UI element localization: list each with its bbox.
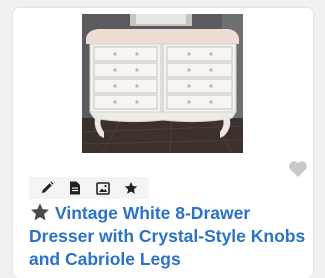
heart-icon <box>289 161 307 177</box>
document-icon <box>70 181 80 195</box>
star-icon <box>124 181 138 194</box>
listing-card[interactable]: Vintage White 8-Drawer Dresser with Crys… <box>13 8 313 278</box>
favorite-button[interactable] <box>288 160 308 178</box>
listing-photo[interactable] <box>82 14 243 153</box>
pencil-icon <box>42 181 54 193</box>
star-button[interactable] <box>117 177 145 199</box>
listing-title-link[interactable]: Vintage White 8-Drawer Dresser with Crys… <box>29 202 313 271</box>
listing-toolbar <box>29 177 149 199</box>
starred-star-icon <box>31 203 49 221</box>
listing-title-text[interactable]: Vintage White 8-Drawer Dresser with Crys… <box>29 203 305 269</box>
dresser-image <box>82 14 243 153</box>
image-icon <box>96 181 110 195</box>
document-button[interactable] <box>61 177 89 199</box>
image-button[interactable] <box>89 177 117 199</box>
edit-button[interactable] <box>33 177 61 199</box>
